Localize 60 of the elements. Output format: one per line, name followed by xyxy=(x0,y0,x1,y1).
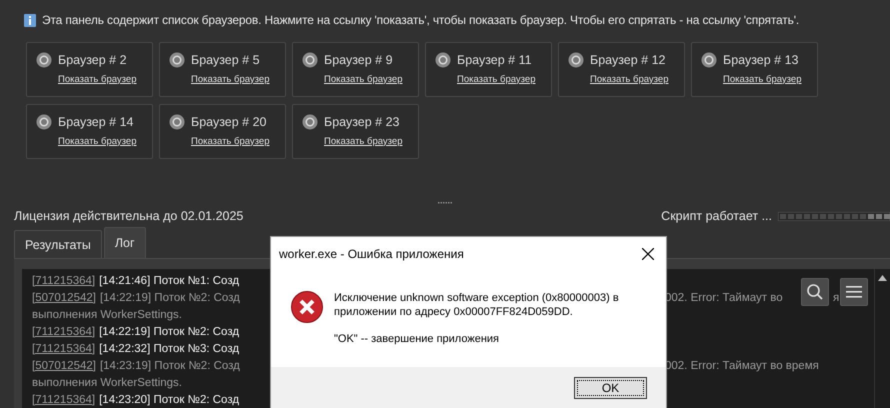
show-browser-link[interactable]: Показать браузер xyxy=(723,74,802,85)
log-text: выполнения WorkerSettings. xyxy=(32,376,182,388)
log-id-link[interactable]: [711215364] xyxy=(32,274,96,286)
log-id-link[interactable]: [507012542] xyxy=(32,360,96,372)
log-text: [14:21:46] Поток №1: Созд xyxy=(99,274,240,286)
show-browser-link[interactable]: Показать браузер xyxy=(191,74,270,85)
browser-name: Браузер # 11 xyxy=(457,52,532,67)
globe-icon xyxy=(302,114,318,130)
show-browser-link[interactable]: Показать браузер xyxy=(590,74,668,85)
info-icon xyxy=(24,14,36,27)
globe-icon xyxy=(435,52,451,68)
scroll-up-icon[interactable] xyxy=(878,275,887,281)
error-icon xyxy=(291,291,323,323)
globe-icon xyxy=(36,114,52,130)
browser-name: Браузер # 12 xyxy=(590,52,666,67)
log-text: я xyxy=(833,292,840,304)
log-text: [14:23:20] Поток №2: Созд xyxy=(99,394,240,406)
show-browser-link[interactable]: Показать браузер xyxy=(58,74,136,85)
show-browser-link[interactable]: Показать браузер xyxy=(457,74,536,85)
show-browser-link[interactable]: Показать браузер xyxy=(324,74,402,85)
browser-name: Браузер # 9 xyxy=(324,52,393,67)
browser-name: Браузер # 20 xyxy=(191,114,267,129)
script-status: Скрипт работает ... xyxy=(661,209,772,223)
scrollbar[interactable] xyxy=(874,269,890,408)
tab[interactable]: Результаты xyxy=(14,230,102,258)
browser-name: Браузер # 13 xyxy=(723,52,799,67)
log-text: выполнения WorkerSettings. xyxy=(32,308,182,320)
error-note: "OK" -- завершение приложения xyxy=(334,333,500,345)
globe-icon xyxy=(302,52,318,68)
browser-name: Браузер # 23 xyxy=(324,114,400,129)
dialog-title: worker.exe - Ошибка приложения xyxy=(279,247,465,261)
browser-name: Браузер # 2 xyxy=(58,52,127,67)
log-id-link[interactable]: [507012542] xyxy=(32,292,96,304)
log-text: [14:22:32] Поток №3: Созд xyxy=(99,342,240,354)
show-browser-link[interactable]: Показать браузер xyxy=(191,136,270,147)
tab[interactable]: Лог xyxy=(104,227,146,258)
globe-icon xyxy=(568,52,584,68)
search-button[interactable] xyxy=(801,278,829,306)
log-id-link[interactable]: [711215364] xyxy=(32,326,96,338)
menu-icon xyxy=(846,285,862,299)
log-text: [14:23:19] Поток №2: Созд xyxy=(100,360,240,372)
globe-icon xyxy=(701,52,717,68)
show-browser-link[interactable]: Показать браузер xyxy=(324,136,402,147)
show-browser-link[interactable]: Показать браузер xyxy=(58,136,136,147)
menu-button[interactable] xyxy=(840,278,868,306)
license-text: Лицензия действительна до 02.01.2025 xyxy=(14,209,244,223)
log-text: [14:22:19] Поток №2: Созд xyxy=(99,326,240,338)
log-id-link[interactable]: [711215364] xyxy=(32,342,96,354)
info-text: Эта панель содержит список браузеров. Нажмите на ссылку 'показать', чтобы показать браузер. Чтобы его спрятать - на ссылку 'спрятать'. xyxy=(42,13,800,28)
globe-icon xyxy=(36,52,52,68)
ok-button[interactable]: OK xyxy=(574,376,647,398)
grip-icon[interactable] xyxy=(438,202,452,205)
browser-name: Браузер # 5 xyxy=(191,52,260,67)
error-message: Исключение unknown software exception (0x80000003) в приложении по адресу 0x00007FF824D059DD. xyxy=(334,291,620,319)
globe-icon xyxy=(169,114,185,130)
browser-name: Браузер # 14 xyxy=(58,114,134,129)
globe-icon xyxy=(169,52,185,68)
log-text: [14:22:19] Поток №2: Созд xyxy=(100,292,240,304)
search-icon xyxy=(806,283,824,301)
log-id-link[interactable]: [711215364] xyxy=(32,394,96,406)
